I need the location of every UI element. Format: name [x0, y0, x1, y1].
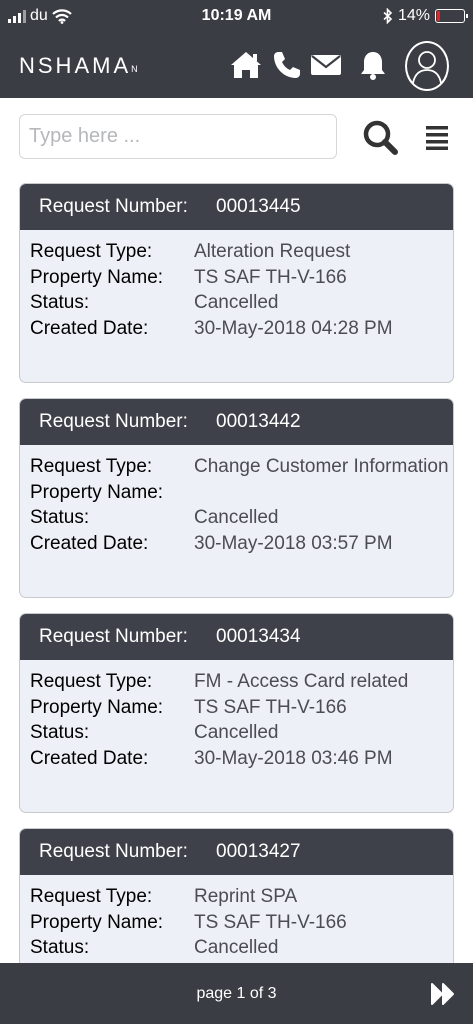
- request-type-label: Request Type:: [30, 671, 153, 692]
- request-number-label: Request Number:: [39, 841, 188, 862]
- request-number-value: 00013445: [216, 196, 301, 217]
- created-date-label: Created Date:: [30, 317, 149, 339]
- pagination-bar: page 1 of 3: [0, 963, 473, 1024]
- search-icon[interactable]: [360, 117, 400, 157]
- status-right: 14%: [383, 7, 468, 25]
- request-type-value: Reprint SPA: [194, 886, 298, 907]
- request-card[interactable]: Request Number: 00013445 Request Type: Al…: [19, 183, 454, 383]
- page-info: page 1 of 3: [196, 985, 277, 1002]
- request-number-label: Request Number:: [39, 196, 188, 217]
- home-icon[interactable]: [229, 48, 263, 82]
- request-card[interactable]: Request Number: 00013434 Request Type: FM…: [19, 613, 454, 813]
- status-value: Cancelled: [194, 937, 279, 958]
- property-name-value: TS SAF TH-V-166: [194, 266, 347, 288]
- profile-button[interactable]: [405, 41, 449, 91]
- property-name-label: Property Name:: [30, 911, 164, 933]
- status-value: Cancelled: [194, 722, 279, 743]
- status-value: Cancelled: [194, 507, 279, 528]
- request-type-value: FM - Access Card related: [194, 671, 409, 692]
- property-name-label: Property Name:: [30, 481, 164, 503]
- card-header: Request Number: 00013445: [20, 184, 453, 230]
- status-label: Status:: [30, 292, 90, 313]
- created-date-value: 30-May-2018 03:46 PM: [194, 747, 393, 769]
- status-label: Status:: [30, 722, 90, 743]
- property-name-label: Property Name:: [30, 696, 164, 718]
- status-bar: du 10:19 AM 14%: [0, 0, 473, 34]
- brand-logo: NSHAMAN: [19, 53, 138, 78]
- card-header: Request Number: 00013442: [20, 399, 453, 445]
- request-number-value: 00013434: [216, 626, 301, 647]
- battery-percent: 14%: [397, 7, 430, 24]
- request-number-label: Request Number:: [39, 411, 188, 432]
- request-number-label: Request Number:: [39, 626, 188, 647]
- created-date-label: Created Date:: [30, 532, 149, 554]
- menu-icon[interactable]: [423, 124, 451, 150]
- created-date-label: Created Date:: [30, 747, 149, 769]
- property-name-value: TS SAF TH-V-166: [194, 696, 347, 718]
- fast-forward-icon[interactable]: [429, 981, 457, 1007]
- request-number-value: 00013442: [216, 411, 301, 432]
- created-date-value: 30-May-2018 04:28 PM: [194, 317, 393, 339]
- status-value: Cancelled: [194, 292, 279, 313]
- phone-icon[interactable]: [270, 48, 304, 82]
- created-date-value: 30-May-2018 03:57 PM: [194, 532, 393, 554]
- mail-icon[interactable]: [309, 48, 343, 82]
- battery-icon: [435, 9, 468, 23]
- request-type-value: Change Customer Information: [194, 456, 449, 477]
- request-card[interactable]: Request Number: 00013442 Request Type: Ch…: [19, 398, 454, 598]
- bluetooth-icon: [383, 8, 393, 24]
- property-name-label: Property Name:: [30, 266, 164, 288]
- brand-mark: N: [131, 64, 138, 74]
- search-input[interactable]: [19, 114, 337, 159]
- request-type-label: Request Type:: [30, 886, 153, 907]
- card-header: Request Number: 00013434: [20, 614, 453, 660]
- bell-icon[interactable]: [356, 48, 390, 82]
- request-number-value: 00013427: [216, 841, 301, 862]
- status-label: Status:: [30, 507, 90, 528]
- property-name-value: TS SAF TH-V-166: [194, 911, 347, 933]
- request-type-label: Request Type:: [30, 241, 153, 262]
- request-type-label: Request Type:: [30, 456, 153, 477]
- profile-icon: [412, 51, 442, 84]
- card-header: Request Number: 00013427: [20, 829, 453, 875]
- status-label: Status:: [30, 937, 90, 958]
- app-header: NSHAMAN: [0, 34, 473, 98]
- request-type-value: Alteration Request: [194, 241, 351, 262]
